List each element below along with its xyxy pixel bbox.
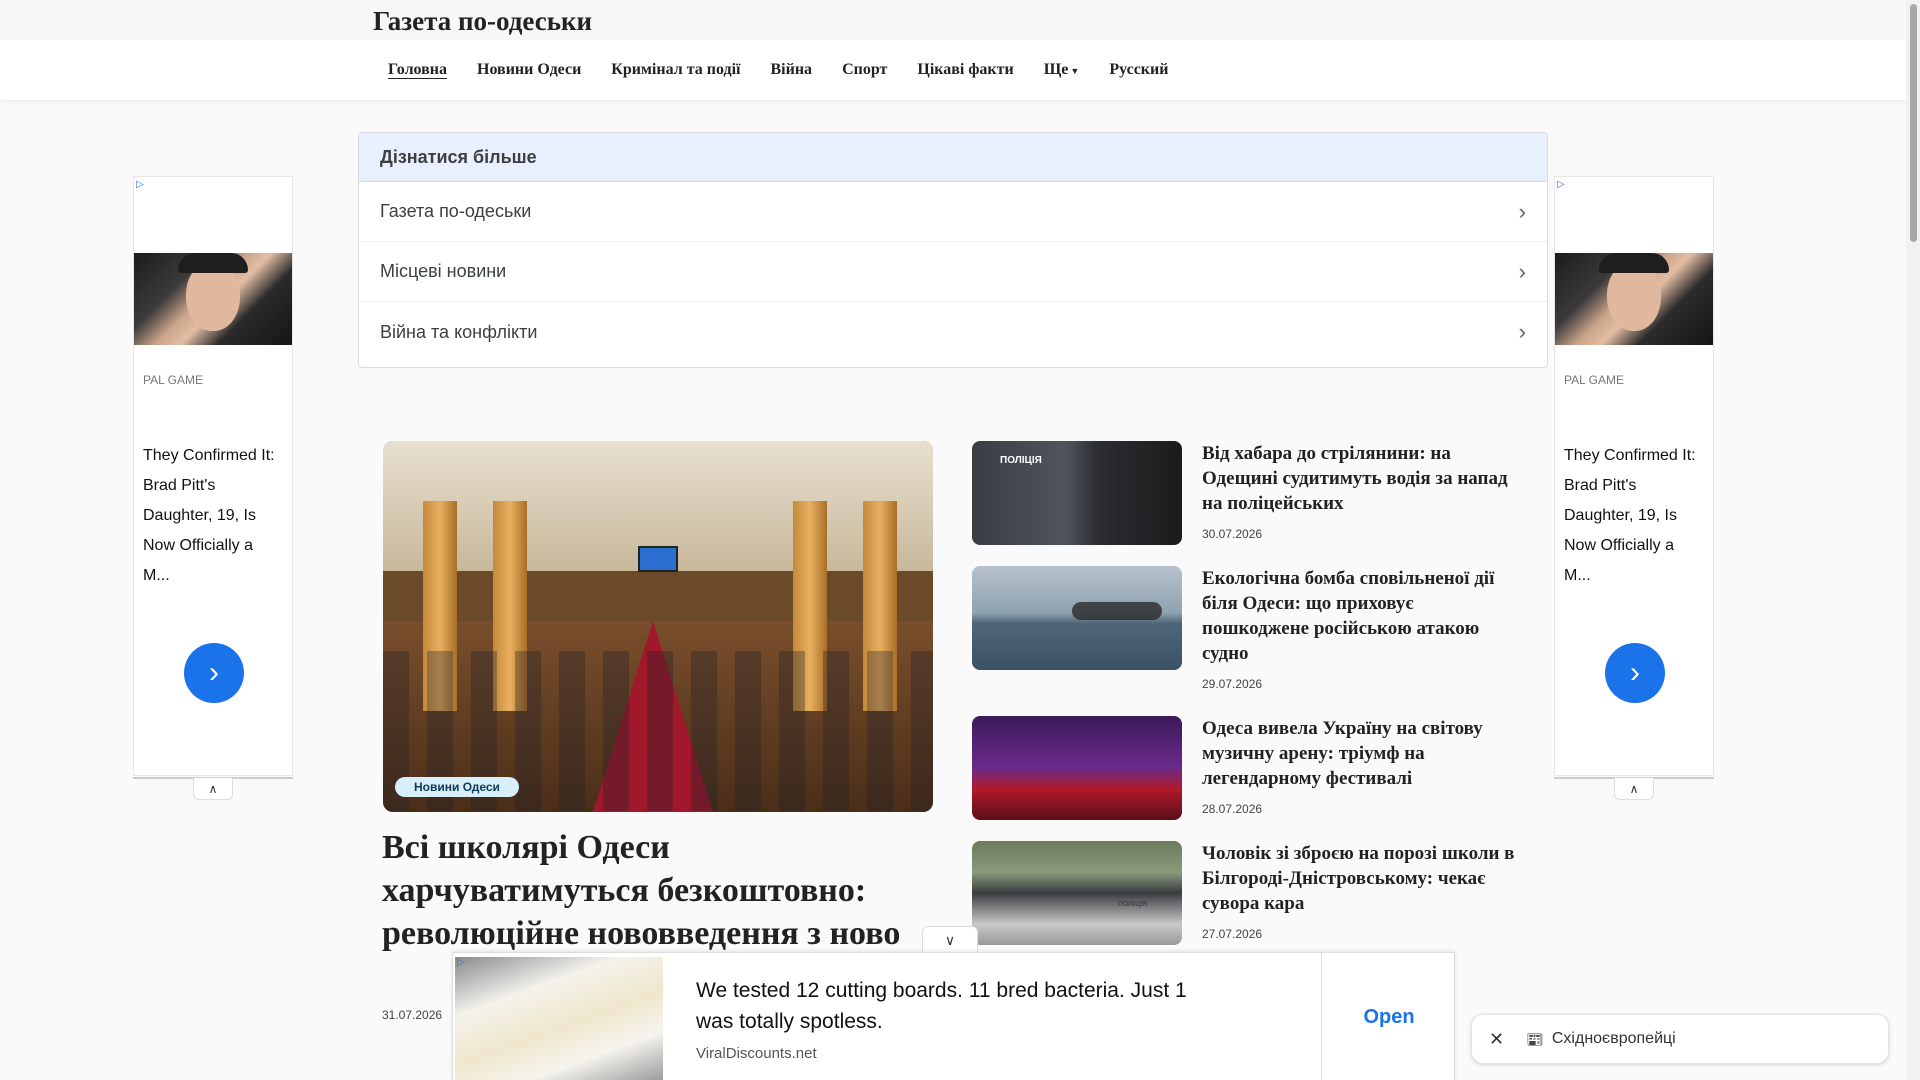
ad-brand: PAL GAME	[143, 373, 204, 387]
ad-text[interactable]: We tested 12 cutting boards. 11 bred bac…	[696, 975, 1216, 1037]
chevron-right-icon: ›	[1518, 258, 1526, 284]
news-title[interactable]: Від хабара до стрілянини: на Одещині суд…	[1202, 441, 1522, 516]
chevron-down-icon: ▼	[1070, 66, 1080, 76]
nav-item-war[interactable]: Війна	[771, 61, 813, 79]
chevron-down-icon[interactable]: ∨	[922, 926, 978, 954]
newspaper-icon: 📰︎	[1526, 1030, 1544, 1047]
nav-item-crime[interactable]: Кримінал та події	[611, 61, 740, 79]
chevron-right-icon: ›	[1518, 198, 1526, 224]
main-nav: Головна Новини Одеси Кримінал та події В…	[0, 40, 1906, 100]
police-label: ПОЛІЦІЯ	[1000, 455, 1042, 466]
news-thumbnail[interactable]	[972, 716, 1182, 820]
ad-image[interactable]	[455, 957, 663, 1080]
learn-more-item[interactable]: Місцеві новини ›	[359, 242, 1547, 302]
police-label: ПОЛІЦІЯ	[1118, 901, 1148, 908]
feature-image[interactable]: Новини Одеси	[383, 441, 933, 812]
news-title[interactable]: Чоловік зі зброєю на порозі школи в Білг…	[1202, 841, 1522, 916]
ad-source[interactable]: ViralDiscounts.net	[696, 1045, 817, 1062]
adchoices-icon[interactable]: ▷	[136, 179, 144, 190]
news-thumbnail[interactable]: ПОЛІЦІЯ	[972, 441, 1182, 545]
topic-chip[interactable]: ✕ 📰︎ Східноєвропейці	[1471, 1014, 1889, 1064]
nav-item-odesa-news[interactable]: Новини Одеси	[477, 61, 581, 79]
chevron-right-icon[interactable]: ›	[1605, 643, 1665, 703]
news-title[interactable]: Одеса вивела Україну на світову музичну …	[1202, 716, 1522, 791]
learn-more-item-label: Газета по-одеськи	[380, 201, 532, 221]
nav-item-home[interactable]: Головна	[388, 61, 447, 79]
adchoices-icon[interactable]: ▷	[457, 957, 465, 968]
learn-more-item-label: Війна та конфлікти	[380, 321, 538, 342]
open-button[interactable]: Open	[1322, 953, 1456, 1080]
learn-more-item-label: Місцеві новини	[380, 261, 507, 281]
site-title[interactable]: Газета по-одеськи	[373, 6, 592, 37]
scrollbar[interactable]	[1906, 0, 1920, 1080]
nav-item-russian[interactable]: Русский	[1109, 61, 1168, 79]
nav-item-facts[interactable]: Цікаві факти	[917, 61, 1013, 79]
news-item[interactable]: Одеса вивела Україну на світову музичну …	[972, 716, 1522, 826]
ad-brand: PAL GAME	[1564, 373, 1625, 387]
ad-image[interactable]	[1555, 253, 1713, 345]
news-thumbnail[interactable]	[972, 566, 1182, 670]
bottom-anchor-ad[interactable]: ▷ We tested 12 cutting boards. 11 bred b…	[452, 952, 1455, 1080]
ad-headline[interactable]: They Confirmed It: Brad Pitt's Daughter,…	[143, 441, 283, 591]
news-item[interactable]: Екологічна бомба сповільненої дії біля О…	[972, 566, 1522, 696]
close-icon[interactable]: ✕	[1489, 1029, 1504, 1050]
chevron-right-icon: ›	[1518, 319, 1526, 344]
news-item[interactable]: ПОЛІЦІЯ Від хабара до стрілянини: на Оде…	[972, 441, 1522, 551]
adchoices-icon[interactable]: ▷	[1557, 179, 1565, 190]
news-date: 29.07.2026	[1202, 677, 1263, 691]
right-side-ad[interactable]: ▷ PAL GAME They Confirmed It: Brad Pitt'…	[1554, 176, 1714, 776]
learn-more-heading: Дізнатися більше	[359, 133, 1547, 182]
learn-more-panel: Дізнатися більше Газета по-одеськи › Міс…	[358, 132, 1548, 368]
topic-chip-label[interactable]: Східноєвропейці	[1552, 1030, 1676, 1048]
news-item[interactable]: ПОЛІЦІЯ Чоловік зі зброєю на порозі школ…	[972, 841, 1522, 951]
nav-item-more[interactable]: Ще ▼	[1044, 61, 1080, 79]
chevron-up-icon[interactable]: ∧	[193, 778, 233, 800]
news-date: 30.07.2026	[1202, 527, 1263, 541]
scrollbar-thumb[interactable]	[1910, 4, 1917, 242]
chevron-up-icon[interactable]: ∧	[1614, 778, 1654, 800]
news-date: 28.07.2026	[1202, 802, 1263, 816]
feature-date: 31.07.2026	[382, 1008, 443, 1022]
left-side-ad[interactable]: ▷ PAL GAME They Confirmed It: Brad Pitt'…	[133, 176, 293, 776]
nav-more-label: Ще	[1043, 61, 1069, 78]
news-title[interactable]: Екологічна бомба сповільненої дії біля О…	[1202, 566, 1522, 666]
news-thumbnail[interactable]: ПОЛІЦІЯ	[972, 841, 1182, 945]
learn-more-item[interactable]: Війна та конфлікти ›	[359, 302, 1547, 362]
news-date: 27.07.2026	[1202, 927, 1263, 941]
chevron-right-icon[interactable]: ›	[184, 643, 244, 703]
feature-title[interactable]: Всі школярі Одеси харчуватимуться безкош…	[382, 826, 942, 955]
learn-more-item[interactable]: Газета по-одеськи ›	[359, 182, 1547, 242]
nav-item-sport[interactable]: Спорт	[842, 61, 887, 79]
top-bar: Газета по-одеськи	[0, 0, 1906, 40]
ad-headline[interactable]: They Confirmed It: Brad Pitt's Daughter,…	[1564, 441, 1704, 591]
category-tag[interactable]: Новини Одеси	[395, 777, 519, 797]
ad-image[interactable]	[134, 253, 292, 345]
